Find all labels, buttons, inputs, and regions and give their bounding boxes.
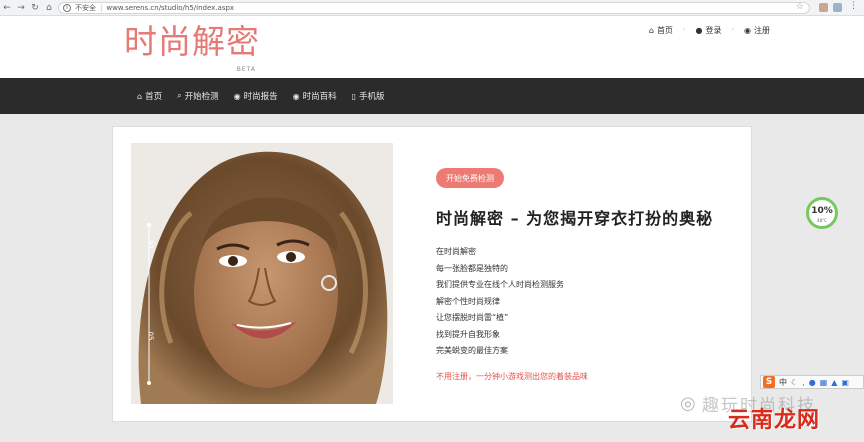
list-item: 找到提升自我形象 <box>436 329 500 339</box>
sogou-logo-icon[interactable]: S <box>763 376 775 388</box>
photo-slider-label-top: 90 <box>146 239 155 249</box>
list-item: 在时尚解密 <box>436 247 476 256</box>
browser-menu-icon[interactable]: ⋮ <box>849 1 858 11</box>
punctuation-icon[interactable]: , <box>802 378 805 387</box>
top-link-login[interactable]: ● 登录 <box>695 25 721 36</box>
microphone-icon[interactable]: ● <box>809 378 816 387</box>
reload-icon[interactable]: ↻ <box>28 3 42 13</box>
list-item: 我们提供专业在线个人时尚检测服务 <box>436 280 564 289</box>
profile-icon[interactable] <box>833 3 842 12</box>
nav-item-home[interactable]: ⌂ 首页 <box>137 90 163 103</box>
chat-icon: ◉ <box>744 26 751 35</box>
list-item: 完美蜕变的最佳方案 <box>436 346 508 355</box>
home-icon: ⌂ <box>648 26 654 35</box>
nav-label: 手机版 <box>359 92 385 102</box>
home-browser-icon[interactable]: ⌂ <box>42 3 56 13</box>
bookmark-star-icon[interactable]: ☆ <box>796 2 804 12</box>
user-icon: ● <box>695 26 703 35</box>
nav-item-mobile[interactable]: ▯ 手机版 <box>351 90 385 103</box>
start-free-test-button[interactable]: 开始免费检测 <box>436 168 504 188</box>
feature-list: 在时尚解密 每一张脸都是独特的 我们提供专业在线个人时尚检测服务 解密个性时尚规… <box>436 244 564 360</box>
browser-toolbar: ← → ↻ ⌂ i 不安全 | www.serens.cn/studio/h5/… <box>0 0 864 16</box>
site-logo[interactable]: 时尚解密 BETA <box>124 22 260 73</box>
link-divider: · <box>682 25 686 34</box>
perf-temperature: 48°C <box>817 218 827 223</box>
performance-widget[interactable]: 10% 48°C <box>806 197 838 229</box>
forward-icon[interactable]: → <box>14 3 28 13</box>
portrait-illustration <box>131 143 393 404</box>
intro-card: 90 05 开始免费检测 时尚解密 – 为您揭开穿衣打扮的奥秘 在时尚解密 每一… <box>112 126 752 422</box>
top-link-label: 首页 <box>656 26 673 35</box>
logo-text: 时尚解密 <box>124 22 260 61</box>
main-nav: ⌂ 首页 ⌕ 开始检测 ◉ 时尚报告 ◉ 时尚百科 ▯ 手机版 <box>0 78 864 114</box>
moon-icon[interactable]: ☾ <box>791 378 798 387</box>
toolbox-icon[interactable]: ▣ <box>841 378 849 387</box>
nav-label: 开始检测 <box>184 92 219 102</box>
site-header: 时尚解密 BETA ⌂ 首页 · ● 登录 · ◉ 注册 <box>0 16 864 78</box>
link-divider: · <box>731 25 735 34</box>
nav-item-report[interactable]: ◉ 时尚报告 <box>233 90 278 103</box>
nav-item-encyclopedia[interactable]: ◉ 时尚百科 <box>292 90 337 103</box>
site-watermark: 云南龙网 <box>728 408 821 433</box>
photo-slider-label-bottom: 05 <box>146 331 155 341</box>
top-link-home[interactable]: ⌂ 首页 <box>649 25 673 36</box>
top-links: ⌂ 首页 · ● 登录 · ◉ 注册 <box>649 25 770 36</box>
top-link-label: 登录 <box>705 26 722 35</box>
list-item: 让您摆脱时尚雷“植” <box>436 313 509 322</box>
nav-label: 时尚百科 <box>302 92 337 102</box>
logo-beta-badge: BETA <box>236 66 256 73</box>
keyboard-icon[interactable]: ▦ <box>820 378 828 387</box>
nav-label: 时尚报告 <box>243 92 278 102</box>
list-item: 解密个性时尚规律 <box>436 296 500 306</box>
list-item: 每一张脸都是独特的 <box>436 263 508 273</box>
portrait-photo <box>131 143 393 404</box>
ime-toolbar[interactable]: S 中 ☾ , ● ▦ ▲ ▣ <box>760 375 864 389</box>
ime-mode[interactable]: 中 <box>779 377 787 388</box>
search-icon: ⌕ <box>177 91 182 100</box>
mobile-icon: ▯ <box>351 91 356 101</box>
circle-play-icon: ◉ <box>233 91 241 101</box>
registration-note: 不用注册，一分钟小游戏测出您的着装品味 <box>436 372 588 381</box>
info-icon[interactable]: i <box>63 4 71 12</box>
nav-item-start-test[interactable]: ⌕ 开始检测 <box>177 90 219 102</box>
top-link-register[interactable]: ◉ 注册 <box>744 25 770 36</box>
circle-play-icon: ◉ <box>292 91 300 101</box>
url-text[interactable]: www.serens.cn/studio/h5/index.aspx <box>106 4 234 12</box>
top-link-label: 注册 <box>754 26 770 35</box>
page-headline: 时尚解密 – 为您揭开穿衣打扮的奥秘 <box>436 209 714 228</box>
home-icon: ⌂ <box>137 91 143 101</box>
address-separator: | <box>100 4 103 12</box>
address-bar[interactable]: i 不安全 | www.serens.cn/studio/h5/index.as… <box>58 2 810 14</box>
skin-icon[interactable]: ▲ <box>831 378 837 387</box>
extension-icon[interactable] <box>819 3 828 12</box>
nav-label: 首页 <box>145 92 163 102</box>
wechat-icon: ◎ <box>680 393 696 414</box>
back-icon[interactable]: ← <box>0 3 14 13</box>
perf-percent: 10% <box>811 206 833 216</box>
security-label: 不安全 <box>75 4 96 12</box>
